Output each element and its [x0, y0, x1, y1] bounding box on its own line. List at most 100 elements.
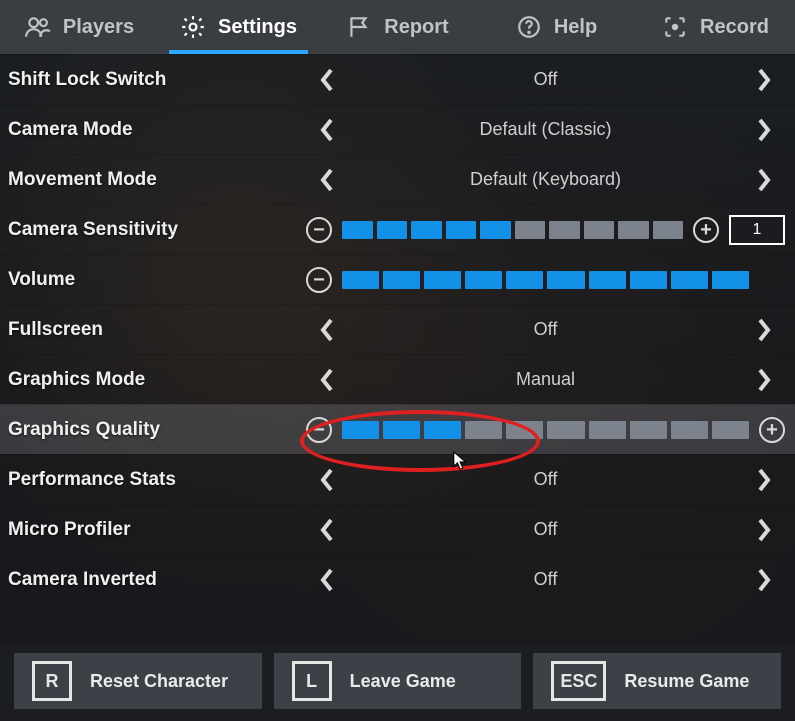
slider-segment[interactable] [549, 221, 580, 239]
slider-segment[interactable] [653, 221, 684, 239]
setting-value: Off [348, 319, 743, 340]
resume-game-button[interactable]: ESC Resume Game [533, 653, 781, 709]
slider-segment[interactable] [342, 421, 379, 439]
slider-segment[interactable] [630, 271, 667, 289]
next-button[interactable] [743, 309, 785, 351]
setting-label: Volume [6, 269, 306, 291]
leave-game-button[interactable]: L Leave Game [274, 653, 522, 709]
next-button[interactable] [743, 59, 785, 101]
slider-segment[interactable] [424, 421, 461, 439]
keycap: ESC [551, 661, 606, 701]
minus-button[interactable]: − [306, 417, 332, 443]
slider-segment[interactable] [383, 271, 420, 289]
slider-segment[interactable] [506, 271, 543, 289]
gear-icon [180, 14, 206, 40]
slider-segment[interactable] [712, 421, 749, 439]
slider-track[interactable] [342, 271, 749, 289]
tab-bar: Players Settings Report Help Record [0, 0, 795, 54]
plus-button[interactable]: + [693, 217, 719, 243]
minus-button[interactable]: − [306, 267, 332, 293]
selector-camera-mode: Default (Classic) [306, 109, 785, 151]
tab-label: Players [63, 16, 134, 39]
setting-label: Graphics Quality [6, 419, 306, 441]
next-button[interactable] [743, 459, 785, 501]
tab-label: Settings [218, 16, 297, 39]
prev-button[interactable] [306, 159, 348, 201]
selector-camera-inverted: Off [306, 559, 785, 601]
row-graphics-quality: Graphics Quality − + [0, 404, 795, 454]
slider-segment[interactable] [712, 271, 749, 289]
row-movement-mode: Movement Mode Default (Keyboard) [0, 154, 795, 204]
selector-graphics-mode: Manual [306, 359, 785, 401]
slider-track[interactable] [342, 421, 749, 439]
bottom-bar: R Reset Character L Leave Game ESC Resum… [0, 643, 795, 721]
slider-segment[interactable] [671, 421, 708, 439]
next-button[interactable] [743, 359, 785, 401]
row-fullscreen: Fullscreen Off [0, 304, 795, 354]
selector-micro-profiler: Off [306, 509, 785, 551]
slider-segment[interactable] [411, 221, 442, 239]
slider-segment[interactable] [589, 421, 626, 439]
button-label: Reset Character [90, 671, 228, 692]
slider-segment[interactable] [547, 421, 584, 439]
prev-button[interactable] [306, 559, 348, 601]
settings-list: Shift Lock Switch Off Camera Mode Defaul… [0, 54, 795, 643]
prev-button[interactable] [306, 359, 348, 401]
selector-perf-stats: Off [306, 459, 785, 501]
row-perf-stats: Performance Stats Off [0, 454, 795, 504]
row-camera-mode: Camera Mode Default (Classic) [0, 104, 795, 154]
row-micro-profiler: Micro Profiler Off [0, 504, 795, 554]
slider-segment[interactable] [480, 221, 511, 239]
slider-segment[interactable] [506, 421, 543, 439]
minus-button[interactable]: − [306, 217, 332, 243]
tab-settings[interactable]: Settings [159, 0, 318, 54]
next-button[interactable] [743, 159, 785, 201]
setting-label: Camera Mode [6, 119, 306, 141]
row-volume: Volume − + [0, 254, 795, 304]
next-button[interactable] [743, 509, 785, 551]
sensitivity-input[interactable] [729, 215, 785, 245]
prev-button[interactable] [306, 459, 348, 501]
setting-value: Off [348, 69, 743, 90]
slider-segment[interactable] [465, 271, 502, 289]
slider-segment[interactable] [589, 271, 626, 289]
slider-segment[interactable] [377, 221, 408, 239]
help-icon [516, 14, 542, 40]
flag-icon [346, 14, 372, 40]
slider-segment[interactable] [446, 221, 477, 239]
reset-character-button[interactable]: R Reset Character [14, 653, 262, 709]
slider-segment[interactable] [584, 221, 615, 239]
tab-record[interactable]: Record [636, 0, 795, 54]
settings-root: Players Settings Report Help Record [0, 0, 795, 721]
prev-button[interactable] [306, 59, 348, 101]
tab-help[interactable]: Help [477, 0, 636, 54]
slider-segment[interactable] [671, 271, 708, 289]
setting-label: Graphics Mode [6, 369, 306, 391]
slider-segment[interactable] [465, 421, 502, 439]
slider-segment[interactable] [630, 421, 667, 439]
slider-segment[interactable] [515, 221, 546, 239]
setting-value: Default (Classic) [348, 119, 743, 140]
slider-segment[interactable] [342, 221, 373, 239]
setting-label: Movement Mode [6, 169, 306, 191]
setting-value: Manual [348, 369, 743, 390]
slider-segment[interactable] [424, 271, 461, 289]
slider-segment[interactable] [342, 271, 379, 289]
slider-track[interactable] [342, 221, 683, 239]
plus-button[interactable]: + [759, 417, 785, 443]
setting-label: Performance Stats [6, 469, 306, 491]
slider-segment[interactable] [618, 221, 649, 239]
prev-button[interactable] [306, 109, 348, 151]
slider-segment[interactable] [383, 421, 420, 439]
selector-fullscreen: Off [306, 309, 785, 351]
tab-players[interactable]: Players [0, 0, 159, 54]
next-button[interactable] [743, 109, 785, 151]
button-label: Resume Game [624, 671, 749, 692]
setting-label: Micro Profiler [6, 519, 306, 541]
row-graphics-mode: Graphics Mode Manual [0, 354, 795, 404]
slider-segment[interactable] [547, 271, 584, 289]
prev-button[interactable] [306, 309, 348, 351]
prev-button[interactable] [306, 509, 348, 551]
tab-report[interactable]: Report [318, 0, 477, 54]
next-button[interactable] [743, 559, 785, 601]
